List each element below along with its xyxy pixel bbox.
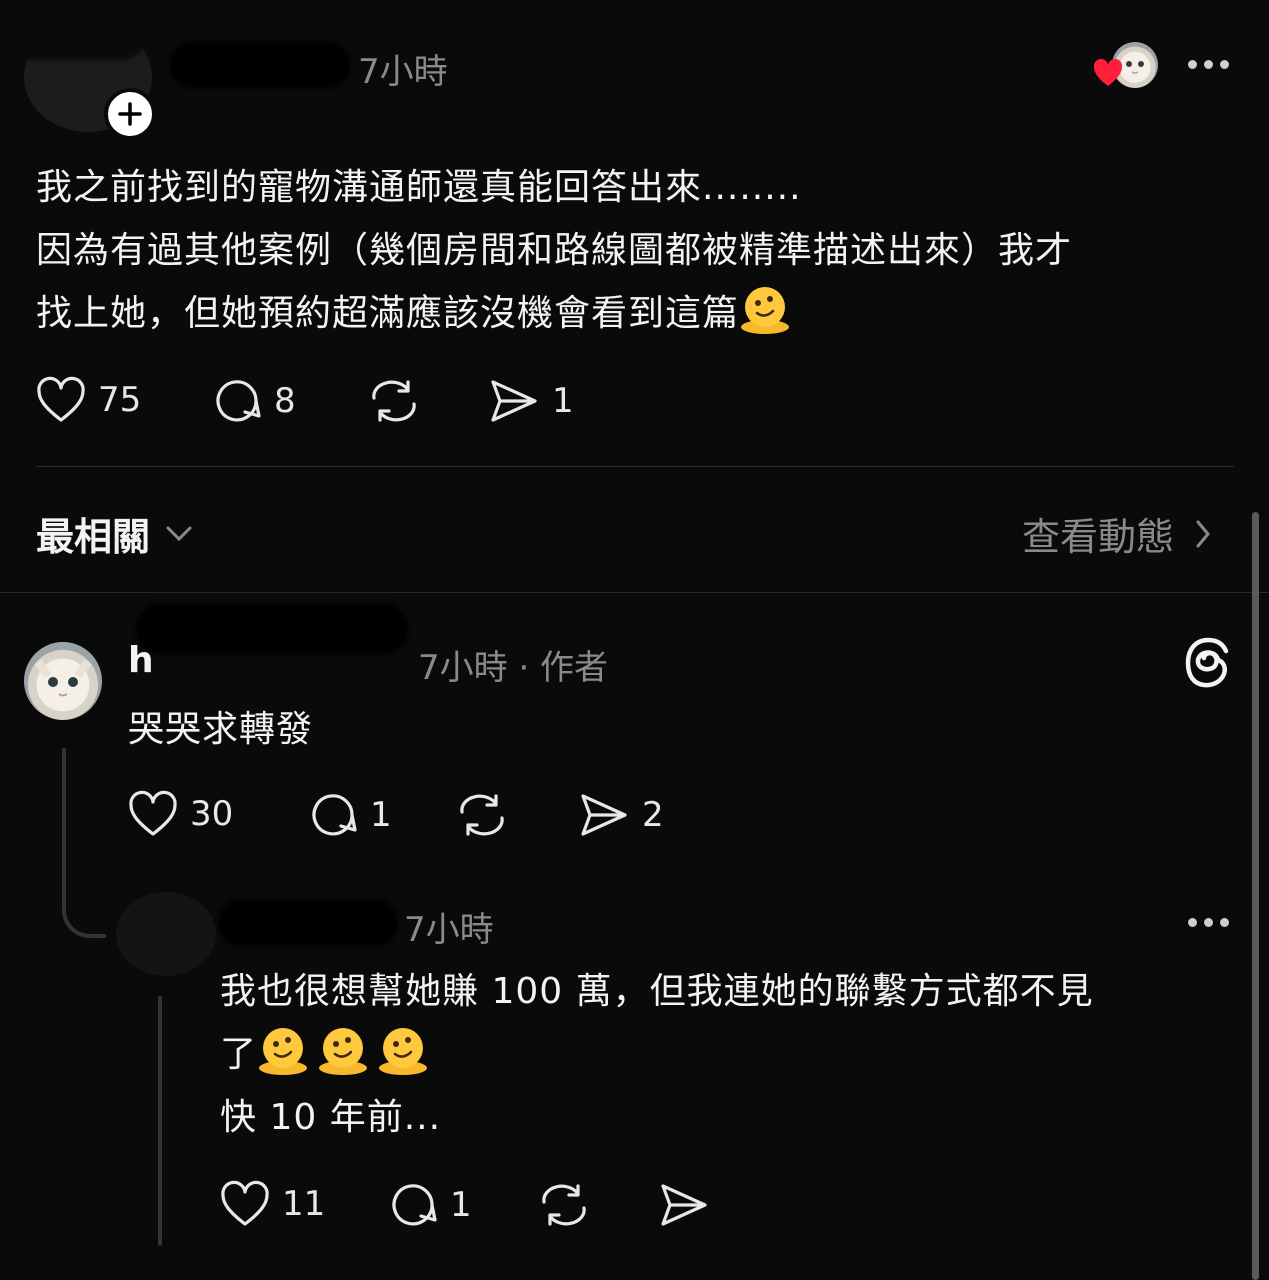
view-activity-label: 查看動態 [1022, 515, 1175, 559]
repost-icon [460, 794, 504, 836]
nested-reply-line-1: 我也很想幫她賺 100 萬，但我連她的聯繫方式都不見 [220, 971, 1094, 1012]
heart-icon [129, 790, 177, 836]
like-count: 11 [282, 1184, 326, 1224]
redacted-username[interactable] [136, 604, 408, 654]
reply-meta: 7小時 · 作者 [418, 648, 609, 688]
more-dots-icon[interactable] [1188, 918, 1229, 927]
share-button[interactable]: 1 [488, 376, 574, 426]
post-line-2: 因為有過其他案例（幾個房間和路線圖都被精準描述出來）我才 [36, 230, 1073, 271]
heart-filled-icon [1093, 58, 1123, 86]
view-activity-link[interactable]: 查看動態 [1022, 506, 1212, 561]
post-time: 7小時 [358, 52, 448, 92]
nested-reply-time: 7小時 [404, 910, 494, 950]
chevron-down-icon [166, 526, 192, 541]
sort-label: 最相關 [36, 515, 151, 559]
reply2-repost-button[interactable] [538, 1180, 590, 1230]
scrollbar[interactable] [1252, 512, 1259, 1280]
comment-icon [392, 1184, 437, 1226]
nested-reply-line-3: 快 10 年前... [220, 1097, 442, 1138]
comment-icon [216, 380, 261, 422]
threads-logo-icon[interactable] [1184, 636, 1232, 692]
follow-button[interactable] [104, 88, 156, 140]
reply1-comment-button[interactable]: 1 [308, 790, 392, 840]
liked-by-indicator[interactable] [1092, 42, 1162, 90]
redacted-username[interactable] [170, 42, 350, 88]
redacted-username [0, 0, 150, 60]
like-button[interactable]: 75 [36, 376, 141, 424]
comment-count: 1 [370, 795, 392, 835]
thread-connector [62, 748, 66, 898]
comment-count: 8 [274, 381, 296, 421]
plus-icon [118, 102, 142, 126]
comment-icon [312, 794, 357, 836]
share-icon [491, 380, 537, 422]
melting-face-emoji [257, 1024, 309, 1076]
like-count: 75 [98, 380, 142, 420]
nested-reply-body: 我也很想幫她賺 100 萬，但我連她的聯繫方式都不見 了 快 10 年前... [220, 960, 1240, 1149]
heart-icon [37, 376, 85, 422]
reply2-share-button[interactable] [658, 1180, 710, 1230]
reply1-share-button[interactable]: 2 [578, 790, 664, 840]
chevron-right-icon [1196, 520, 1210, 547]
nested-reply-line-2: 了 [220, 1023, 1240, 1086]
repost-icon [542, 1184, 586, 1226]
post-body: 我之前找到的寵物溝通師還真能回答出來........ 因為有過其他案例（幾個房間… [36, 156, 1236, 345]
melting-face-emoji [377, 1024, 429, 1076]
reply2-like-button[interactable]: 11 [220, 1180, 325, 1228]
post-line-1: 我之前找到的寵物溝通師還真能回答出來........ [36, 167, 802, 208]
redacted-username[interactable] [218, 900, 398, 946]
post-line-3: 找上她，但她預約超滿應該沒機會看到這篇 [36, 282, 1236, 345]
melting-face-emoji [739, 283, 791, 335]
divider [0, 592, 1269, 593]
comment-button[interactable]: 8 [212, 376, 296, 426]
share-count: 2 [642, 795, 664, 835]
share-icon [581, 794, 627, 836]
thread-connector-curve [62, 880, 106, 938]
reply-text: 哭哭求轉發 [128, 709, 314, 750]
thread-line [158, 996, 162, 1246]
repost-icon [372, 380, 416, 422]
repost-button[interactable] [368, 376, 420, 426]
like-count: 30 [190, 794, 234, 834]
nested-reply-avatar[interactable] [116, 892, 216, 976]
reply1-repost-button[interactable] [456, 790, 508, 840]
melting-face-emoji [317, 1024, 369, 1076]
reply-author-avatar[interactable] [24, 642, 102, 720]
heart-icon [221, 1180, 269, 1226]
reply1-like-button[interactable]: 30 [128, 790, 233, 838]
share-count: 1 [552, 381, 574, 421]
comment-count: 1 [450, 1185, 472, 1225]
sort-dropdown[interactable]: 最相關 [36, 506, 194, 561]
share-icon [661, 1184, 707, 1226]
more-dots-icon[interactable] [1188, 60, 1229, 69]
divider [36, 466, 1234, 467]
reply2-comment-button[interactable]: 1 [388, 1180, 472, 1230]
reply-username-fragment: h [128, 640, 154, 681]
